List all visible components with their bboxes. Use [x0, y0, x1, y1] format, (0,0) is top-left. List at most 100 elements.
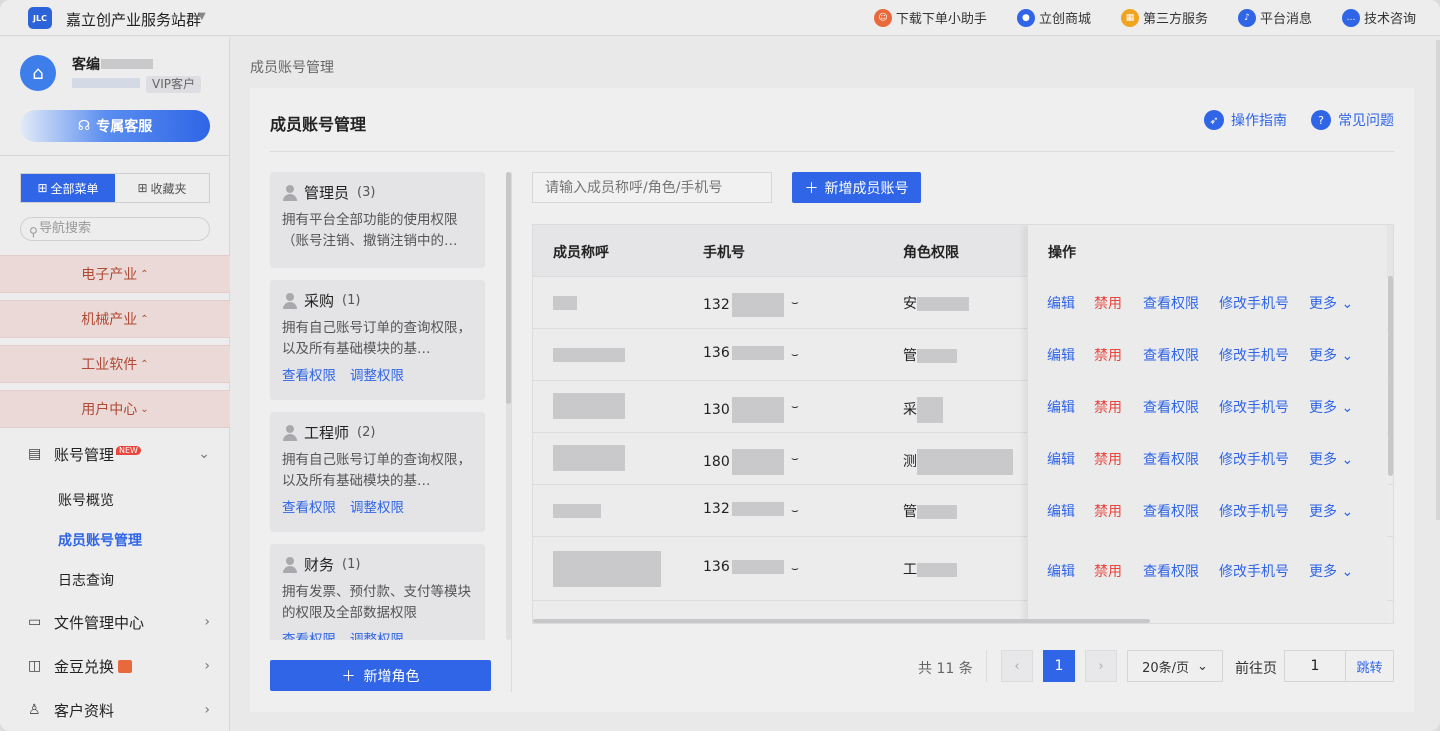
col-header-ops: 操作: [1048, 245, 1076, 261]
table-vertical-scrollbar[interactable]: [1388, 276, 1393, 476]
disable-link[interactable]: 禁用: [1094, 501, 1122, 521]
eye-closed-icon[interactable]: ⌣: [791, 561, 799, 576]
goto-page-input[interactable]: 1 跳转: [1284, 650, 1394, 682]
prev-page-button[interactable]: ‹: [1001, 650, 1033, 682]
adjust-permission-link[interactable]: 调整权限: [350, 628, 404, 640]
app-title[interactable]: 嘉立创产业服务站群: [66, 9, 201, 30]
eye-closed-icon[interactable]: ⌣: [791, 347, 799, 362]
disable-link[interactable]: 禁用: [1094, 561, 1122, 581]
change-phone-link[interactable]: 修改手机号: [1219, 561, 1289, 581]
nav-label: 金豆兑换: [54, 657, 115, 676]
edit-link[interactable]: 编辑: [1047, 397, 1075, 417]
view-permission-link[interactable]: 查看权限: [1143, 345, 1199, 365]
edit-link[interactable]: 编辑: [1047, 345, 1075, 365]
next-page-button[interactable]: ›: [1085, 650, 1117, 682]
goto-page-value[interactable]: 1: [1285, 658, 1345, 674]
table-horizontal-scrollbar[interactable]: [533, 619, 1150, 623]
top-link-support[interactable]: … 技术咨询: [1341, 8, 1416, 27]
tab-favorites[interactable]: ⊞ 收藏夹: [115, 174, 209, 202]
dedicated-service-button[interactable]: ☊ 专属客服: [20, 110, 210, 142]
nav-search-input[interactable]: ⚲ 导航搜索: [20, 217, 210, 241]
caret-down-icon[interactable]: ▼: [198, 11, 206, 22]
role-cell: 工: [903, 559, 957, 579]
disable-link[interactable]: 禁用: [1094, 449, 1122, 469]
role-card-admin[interactable]: 管理员 (3) 拥有平台全部功能的使用权限（账号注销、撤销注销中的…: [270, 172, 485, 268]
role-card-finance[interactable]: 财务 (1) 拥有发票、预付款、支付等模块的权限及全部数据权限 查看权限 调整权…: [270, 544, 485, 640]
view-permission-link[interactable]: 查看权限: [1143, 397, 1199, 417]
bag-icon: ◫: [28, 658, 42, 674]
more-dropdown[interactable]: 更多 ⌄: [1309, 397, 1353, 417]
disable-link[interactable]: 禁用: [1094, 293, 1122, 313]
top-link-third-party[interactable]: ▦ 第三方服务: [1120, 8, 1208, 27]
service-label: 专属客服: [96, 119, 153, 135]
role-card-purchase[interactable]: 采购 (1) 拥有自己账号订单的查询权限，以及所有基础模块的基… 查看权限 调整…: [270, 280, 485, 400]
faq-link[interactable]: ? 常见问题: [1311, 110, 1394, 130]
category-electronics[interactable]: 电子产业 ⌃: [0, 255, 230, 293]
eye-closed-icon[interactable]: ⌣: [791, 295, 799, 310]
top-link-mall[interactable]: ● 立创商城: [1016, 8, 1091, 27]
change-phone-link[interactable]: 修改手机号: [1219, 293, 1289, 313]
nav-file-center[interactable]: ▭ 文件管理中心 ›: [28, 611, 218, 633]
more-dropdown[interactable]: 更多 ⌄: [1309, 561, 1353, 581]
view-permission-link[interactable]: 查看权限: [282, 496, 336, 516]
adjust-permission-link[interactable]: 调整权限: [350, 364, 404, 384]
add-role-button[interactable]: ＋ 新增角色: [270, 660, 491, 691]
nav-account-management[interactable]: ▤ 账号管理 NEW ⌄: [28, 443, 218, 465]
edit-link[interactable]: 编辑: [1047, 501, 1075, 521]
change-phone-link[interactable]: 修改手机号: [1219, 345, 1289, 365]
more-dropdown[interactable]: 更多 ⌄: [1309, 501, 1353, 521]
subnav-account-overview[interactable]: 账号概览: [58, 490, 114, 510]
chevron-right-icon: ›: [1098, 658, 1104, 674]
assistant-icon: ☺: [873, 8, 892, 27]
page-size-select[interactable]: 20条/页 ⌄: [1127, 650, 1223, 682]
top-link-assistant[interactable]: ☺ 下载下单小助手: [873, 8, 987, 27]
disable-link[interactable]: 禁用: [1094, 345, 1122, 365]
role-desc: 拥有发票、预付款、支付等模块的权限及全部数据权限: [282, 584, 471, 621]
category-software[interactable]: 工业软件 ⌃: [0, 345, 230, 383]
change-phone-link[interactable]: 修改手机号: [1219, 501, 1289, 521]
edit-link[interactable]: 编辑: [1047, 293, 1075, 313]
tab-all-menu[interactable]: ⊞ 全部菜单: [21, 174, 115, 202]
add-member-button[interactable]: ＋ 新增成员账号: [792, 172, 921, 203]
role-cell: 测: [903, 449, 1013, 475]
member-search-input[interactable]: [532, 172, 772, 203]
page-number-current[interactable]: 1: [1043, 650, 1075, 682]
eye-closed-icon[interactable]: ⌣: [791, 503, 799, 518]
view-permission-link[interactable]: 查看权限: [282, 364, 336, 384]
role-card-engineer[interactable]: 工程师 (2) 拥有自己账号订单的查询权限，以及所有基础模块的基… 查看权限 调…: [270, 412, 485, 532]
jump-button[interactable]: 跳转: [1345, 651, 1393, 681]
home-avatar-icon[interactable]: ⌂: [20, 55, 56, 91]
person-icon: [282, 292, 298, 309]
view-permission-link[interactable]: 查看权限: [282, 628, 336, 640]
disable-link[interactable]: 禁用: [1094, 397, 1122, 417]
more-dropdown[interactable]: 更多 ⌄: [1309, 345, 1353, 365]
view-permission-link[interactable]: 查看权限: [1143, 501, 1199, 521]
role-char: 管: [903, 504, 917, 520]
change-phone-link[interactable]: 修改手机号: [1219, 397, 1289, 417]
edit-link[interactable]: 编辑: [1047, 561, 1075, 581]
view-permission-link[interactable]: 查看权限: [1143, 293, 1199, 313]
adjust-permission-link[interactable]: 调整权限: [350, 496, 404, 516]
edit-link[interactable]: 编辑: [1047, 449, 1075, 469]
subnav-log-query[interactable]: 日志查询: [58, 570, 114, 590]
guide-link[interactable]: ➶ 操作指南: [1204, 110, 1287, 130]
view-permission-link[interactable]: 查看权限: [1143, 561, 1199, 581]
page-scrollbar[interactable]: [1436, 40, 1440, 520]
eye-closed-icon[interactable]: ⌣: [791, 451, 799, 466]
category-user-center[interactable]: 用户中心 ⌄: [0, 390, 230, 428]
nav-beans-exchange[interactable]: ◫ 金豆兑换 ›: [28, 655, 218, 677]
chevron-up-icon: ⌃: [140, 313, 149, 325]
role-char: 安: [903, 296, 917, 312]
view-permission-link[interactable]: 查看权限: [1143, 449, 1199, 469]
more-dropdown[interactable]: 更多 ⌄: [1309, 293, 1353, 313]
nav-customer-info[interactable]: ♙ 客户资料 ›: [28, 699, 218, 721]
change-phone-link[interactable]: 修改手机号: [1219, 449, 1289, 469]
top-link-messages[interactable]: ♪ 平台消息: [1237, 8, 1312, 27]
subnav-member-accounts[interactable]: 成员账号管理: [58, 530, 142, 550]
more-dropdown[interactable]: 更多 ⌄: [1309, 449, 1353, 469]
eye-closed-icon[interactable]: ⌣: [791, 399, 799, 414]
chevron-down-icon: ⌄: [140, 403, 149, 415]
category-mechanical[interactable]: 机械产业 ⌃: [0, 300, 230, 338]
page-title: 成员账号管理: [270, 115, 367, 134]
phone-prefix: 130: [703, 402, 730, 418]
